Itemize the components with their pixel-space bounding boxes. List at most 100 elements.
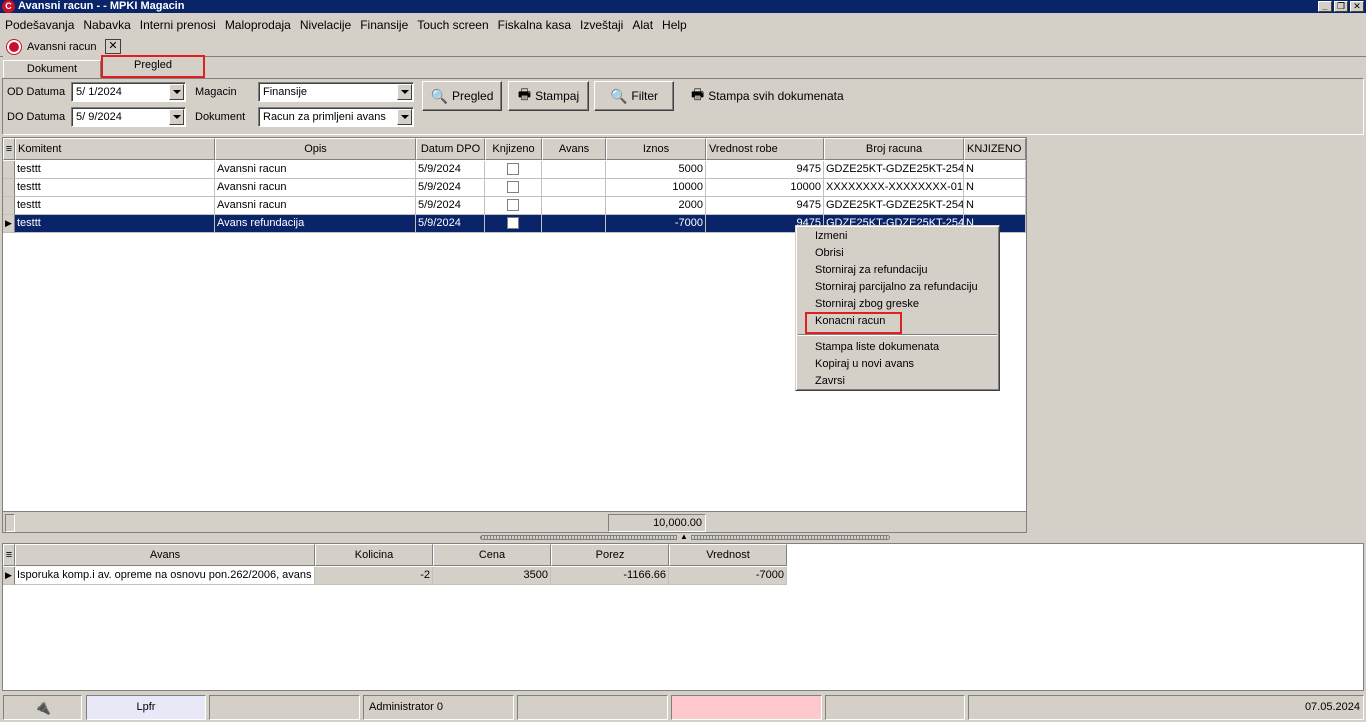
ctx-obrisi[interactable]: Obrisi (796, 245, 999, 262)
table-row[interactable]: testtt Avansni racun 5/9/2024 10000 1000… (3, 179, 1026, 197)
stampaj-button-label: Stampaj (535, 89, 580, 103)
ctx-zavrsi[interactable]: Zavrsi (796, 373, 999, 390)
chevron-down-icon[interactable] (169, 84, 184, 100)
cell-avans (542, 179, 606, 197)
ctx-storniraj-refundacija[interactable]: Storniraj za refundaciju (796, 262, 999, 279)
total-iznos: 10,000.00 (608, 514, 706, 532)
dokument-label: Dokument (195, 111, 246, 123)
cell-porez: -1166.66 (551, 567, 669, 585)
cell-knjizeno (485, 161, 542, 179)
dokument-select[interactable]: Racun za primljeni avans (258, 107, 414, 127)
menu-finansije[interactable]: Finansije (360, 18, 408, 32)
col-avans[interactable]: Avans (15, 544, 315, 566)
menu-interni-prenosi[interactable]: Interni prenosi (140, 18, 216, 32)
grid-settings-icon[interactable]: ≡ (3, 544, 15, 566)
col-broj-racuna[interactable]: Broj racuna (824, 138, 964, 160)
cell-opis: Avans refundacija (215, 215, 416, 233)
ctx-konacni-racun[interactable]: Konacni racun (796, 312, 999, 334)
cell-avans: Isporuka komp.i av. opreme na osnovu pon… (15, 567, 315, 585)
knjizeno-checkbox[interactable] (507, 199, 519, 211)
status-panel-empty (209, 695, 360, 720)
restore-button[interactable]: ❐ (1334, 1, 1348, 12)
knjizeno-checkbox[interactable] (507, 163, 519, 175)
stampa-svih-button[interactable]: 🖶 Stampa svih dokumenata (691, 81, 844, 111)
ctx-storniraj-greska[interactable]: Storniraj zbog greske (796, 296, 999, 313)
chevron-down-icon[interactable] (397, 84, 412, 100)
pregled-button[interactable]: 🔍 Pregled (422, 81, 502, 111)
doc-tab-avansni-racun[interactable]: Avansni racun ✕ (3, 37, 123, 57)
cell-datum: 5/9/2024 (416, 215, 485, 233)
knjizeno-checkbox[interactable] (507, 181, 519, 193)
stampaj-button[interactable]: 🖶 Stampaj (508, 81, 589, 111)
status-date: 07.05.2024 (968, 695, 1364, 720)
menu-podesavanja[interactable]: Podešavanja (5, 18, 74, 32)
menu-nivelacije[interactable]: Nivelacije (300, 18, 351, 32)
col-komitent[interactable]: Komitent (15, 138, 215, 160)
close-tab-icon[interactable]: ✕ (105, 39, 121, 54)
cell-komitent: testtt (15, 197, 215, 215)
connection-status-icon[interactable]: 🔌 (3, 695, 82, 720)
od-datuma-value: 5/ 1/2024 (76, 86, 122, 98)
ctx-izmeni[interactable]: Izmeni (796, 228, 999, 245)
col-vrednost-robe[interactable]: Vrednost robe (706, 138, 824, 160)
splitter-grip[interactable]: ▲ (480, 533, 890, 541)
cell-iznos: -7000 (606, 215, 706, 233)
status-alert-panel (671, 695, 822, 720)
chevron-down-icon[interactable] (397, 109, 412, 125)
do-datuma-picker[interactable]: 5/ 9/2024 (71, 107, 186, 127)
detail-row[interactable]: ▶ Isporuka komp.i av. opreme na osnovu p… (3, 567, 787, 585)
tab-dokument[interactable]: Dokument (3, 60, 101, 78)
filter-panel: OD Datuma 5/ 1/2024 DO Datuma 5/ 9/2024 … (2, 78, 1364, 135)
magacin-select[interactable]: Finansije (258, 82, 414, 102)
cell-avans (542, 161, 606, 179)
od-datuma-picker[interactable]: 5/ 1/2024 (71, 82, 186, 102)
filter-search-icon: 🔍 (609, 87, 628, 104)
ctx-kopiraj-avans[interactable]: Kopiraj u novi avans (796, 356, 999, 373)
cell-avans (542, 215, 606, 233)
close-window-button[interactable]: ✕ (1350, 1, 1364, 12)
pane-splitter[interactable]: ▲ (2, 533, 1364, 541)
menu-maloprodaja[interactable]: Maloprodaja (225, 18, 291, 32)
chevron-up-icon[interactable]: ▲ (677, 533, 691, 541)
col-kolicina[interactable]: Kolicina (315, 544, 433, 566)
magacin-value: Finansije (263, 86, 308, 98)
tab-pregled[interactable]: Pregled (101, 55, 205, 78)
lpfr-status[interactable]: Lpfr (86, 695, 206, 720)
col-datum-dpo[interactable]: Datum DPO (416, 138, 485, 160)
chevron-down-icon[interactable] (169, 109, 184, 125)
minimize-button[interactable]: _ (1318, 1, 1332, 12)
cell-iznos: 10000 (606, 179, 706, 197)
grid-settings-icon[interactable]: ≡ (3, 138, 15, 160)
table-row[interactable]: testtt Avansni racun 5/9/2024 5000 9475 … (3, 161, 1026, 179)
table-row[interactable]: testtt Avansni racun 5/9/2024 2000 9475 … (3, 197, 1026, 215)
cell-datum: 5/9/2024 (416, 179, 485, 197)
col-cena[interactable]: Cena (433, 544, 551, 566)
menu-alat[interactable]: Alat (632, 18, 653, 32)
doc-tab-label: Avansni racun (27, 41, 97, 53)
cell-knjizeno-flag: N (964, 179, 1026, 197)
menu-nabavka[interactable]: Nabavka (83, 18, 130, 32)
col-iznos[interactable]: Iznos (606, 138, 706, 160)
cell-broj-racuna: XXXXXXXX-XXXXXXXX-01 (824, 179, 964, 197)
cell-opis: Avansni racun (215, 179, 416, 197)
col-knjizeno[interactable]: Knjizeno (485, 138, 542, 160)
col-porez[interactable]: Porez (551, 544, 669, 566)
dokument-value: Racun za primljeni avans (263, 111, 386, 123)
col-opis[interactable]: Opis (215, 138, 416, 160)
col-avans[interactable]: Avans (542, 138, 606, 160)
knjizeno-checkbox[interactable] (507, 217, 519, 229)
menu-izvestaji[interactable]: Izveštaji (580, 18, 623, 32)
ctx-storniraj-parcijalno[interactable]: Storniraj parcijalno za refundaciju (796, 279, 999, 296)
pregled-button-label: Pregled (452, 89, 494, 103)
view-tabs: Dokument Pregled (0, 55, 1366, 78)
col-knjizeno-flag[interactable]: KNJIZENO (964, 138, 1026, 160)
do-datuma-value: 5/ 9/2024 (76, 111, 122, 123)
menu-help[interactable]: Help (662, 18, 687, 32)
menu-touch-screen[interactable]: Touch screen (417, 18, 488, 32)
menu-fiskalna-kasa[interactable]: Fiskalna kasa (498, 18, 571, 32)
ctx-stampa-liste[interactable]: Stampa liste dokumenata (796, 339, 999, 356)
menu-bar: Podešavanja Nabavka Interni prenosi Malo… (0, 15, 1366, 35)
filter-button[interactable]: 🔍 Filter (594, 81, 674, 111)
col-vrednost[interactable]: Vrednost (669, 544, 787, 566)
cell-broj-racuna: GDZE25KT-GDZE25KT-25422 (824, 197, 964, 215)
